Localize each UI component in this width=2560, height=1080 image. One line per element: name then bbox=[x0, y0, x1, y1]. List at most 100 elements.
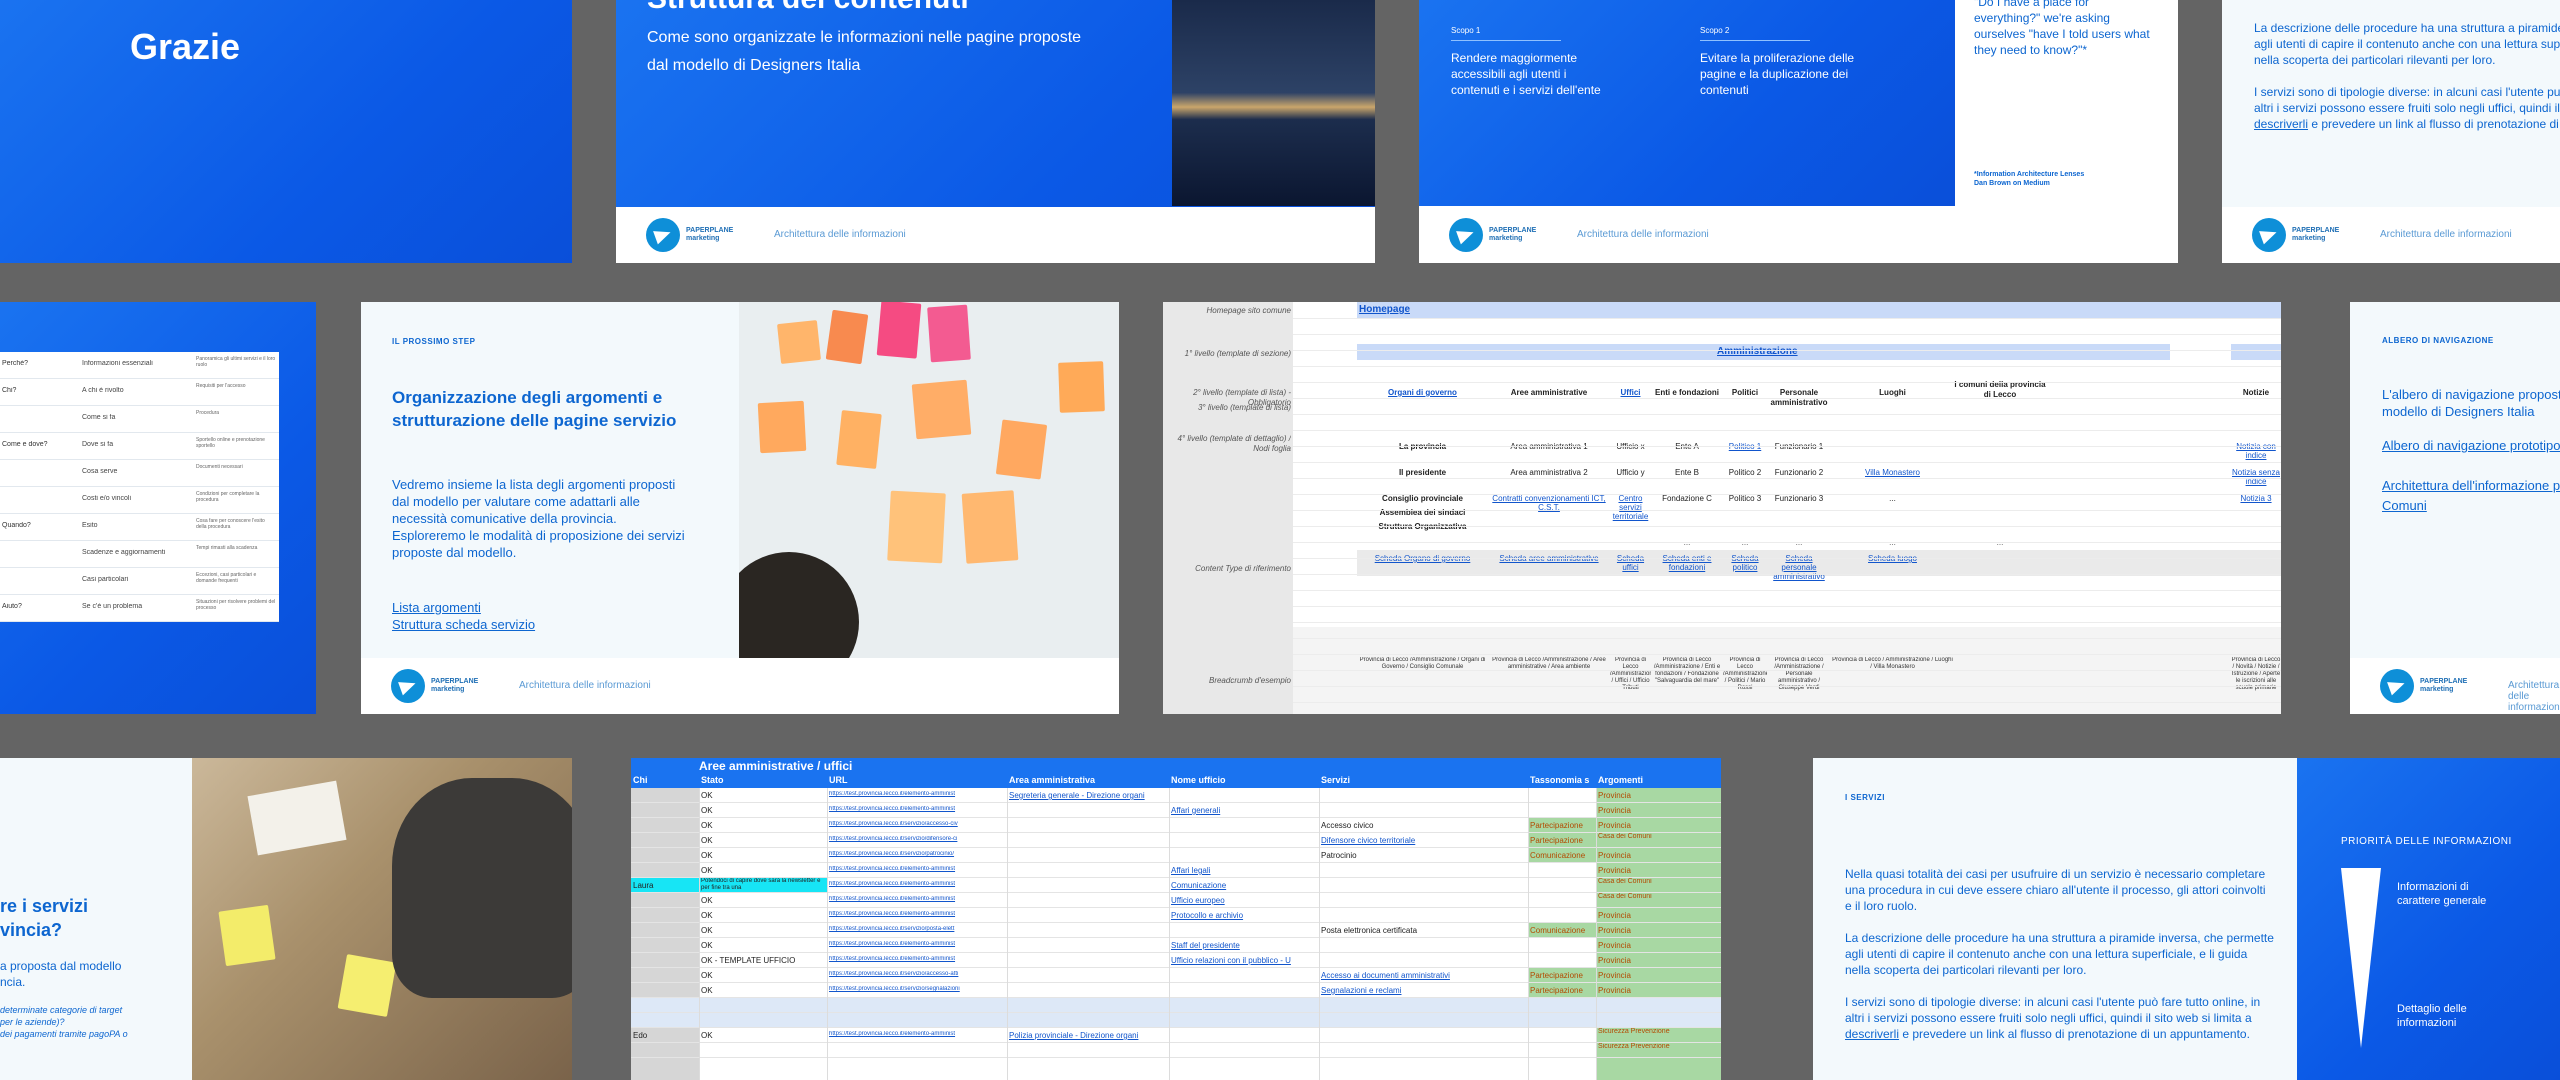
architettura-link[interactable]: Architettura dell'informazione prototipo… bbox=[2382, 476, 2560, 516]
sticky-note bbox=[218, 904, 276, 967]
column-divider bbox=[1596, 788, 1597, 1080]
footer-label: Architettura delle informazioni bbox=[774, 229, 906, 240]
slide-scopi[interactable]: Scopo 1 Rendere maggiormente accessibili… bbox=[1419, 0, 2178, 263]
person-silhouette bbox=[392, 778, 572, 998]
sheet-cell[interactable]: Protocollo e archivio bbox=[1171, 911, 1319, 920]
homepage-link[interactable]: Homepage bbox=[1359, 304, 1410, 315]
row-question: Chi? bbox=[2, 387, 17, 394]
table-row-divider bbox=[0, 540, 279, 541]
sheet-cell[interactable]: https://test.provincia.lecco.it/servizio… bbox=[829, 971, 1007, 977]
sheet-cell[interactable]: Polizia provinciale - Direzione organi bbox=[1009, 1031, 1169, 1040]
sheet-cell[interactable]: Comunicazione bbox=[1171, 881, 1319, 890]
sheet-cell[interactable]: Ufficio europeo bbox=[1171, 896, 1319, 905]
content-type-link[interactable]: Scheda politico bbox=[1723, 554, 1767, 572]
slide-albero-navigazione[interactable]: ALBERO DI NAVIGAZIONE L'albero di naviga… bbox=[2350, 302, 2560, 714]
grid-line bbox=[1293, 526, 2281, 527]
sitemap-cell: Area amministrativa 2 bbox=[1510, 468, 1588, 477]
slide-servizi-priorita[interactable]: I SERVIZI Nella quasi totalità dei casi … bbox=[1813, 758, 2560, 1080]
row-detail: Eccezioni, casi particolari e domande fr… bbox=[196, 572, 257, 584]
sheet-cell[interactable]: https://test.provincia.lecco.it/elemento… bbox=[829, 956, 1007, 962]
sheet-cell[interactable]: Accesso ai documenti amministrativi bbox=[1321, 971, 1528, 980]
slide-prossimo-step[interactable]: IL PROSSIMO STEP Organizzazione degli ar… bbox=[361, 302, 1119, 714]
slide-footer: PAPERPLANE marketing Architettura delle … bbox=[616, 207, 1375, 263]
sitemap-cell[interactable]: Notizia con indice bbox=[2231, 442, 2281, 460]
table-row-divider bbox=[0, 567, 279, 568]
slide-aree-spreadsheet[interactable]: Aree amministrative / uffici Chi Stato URL A… bbox=[631, 758, 1721, 1080]
sheet-cell[interactable]: Affari generali bbox=[1171, 806, 1319, 815]
logo-text: PAPERPLANE marketing bbox=[1489, 227, 1537, 242]
sheet-cell[interactable]: Segnalazioni e reclami bbox=[1321, 986, 1528, 995]
slide-italic: determinate categorie di target per le a… bbox=[0, 1005, 128, 1039]
bc-label: Breadcrumb d'esempio bbox=[1208, 676, 1291, 685]
sheet-cell[interactable]: Affari legali bbox=[1171, 866, 1319, 875]
slide-footer: PAPERPLANE marketing Architettura delle … bbox=[2222, 207, 2560, 263]
sitemap-cell[interactable]: Villa Monastero bbox=[1831, 468, 1954, 477]
grid-line bbox=[1293, 558, 2281, 559]
sheet-cell[interactable]: https://test.provincia.lecco.it/servizio… bbox=[829, 926, 1007, 932]
slide-struttura-contenuti[interactable]: Struttura dei contenuti Come sono organi… bbox=[616, 0, 1375, 263]
sheet-cell: Casa dei Comuni bbox=[1598, 878, 1652, 885]
sheet-cell[interactable]: https://test.provincia.lecco.it/elemento… bbox=[829, 881, 1007, 887]
sheet-cell[interactable]: https://test.provincia.lecco.it/servizio… bbox=[829, 986, 1007, 992]
sheet-cell: Provincia bbox=[1598, 971, 1631, 980]
struttura-scheda-link[interactable]: Struttura scheda servizio bbox=[392, 617, 535, 632]
notebook bbox=[247, 780, 347, 856]
slide-body: L'albero di navigazione proposto dal mod… bbox=[2382, 387, 2560, 419]
sheet-cell[interactable]: https://test.provincia.lecco.it/elemento… bbox=[829, 791, 1007, 797]
sheet-cell[interactable]: Segreteria generale - Direzione organi bbox=[1009, 791, 1169, 800]
content-type-link[interactable]: Scheda uffici bbox=[1610, 554, 1651, 572]
paperplane-logo: PAPERPLANE marketing bbox=[391, 669, 478, 703]
footer-label: Architettura delle informazioni bbox=[2508, 680, 2560, 713]
sheet-cell: Partecipazione bbox=[1530, 821, 1583, 830]
slide-tabella-servizio[interactable]: Perché? Informazioni essenziali Panoramica… bbox=[0, 302, 316, 714]
empty-row bbox=[631, 998, 1721, 1013]
content-type-link[interactable]: Scheda enti e fondazioni bbox=[1651, 554, 1723, 572]
sheet-cell[interactable]: https://test.provincia.lecco.it/servizio… bbox=[829, 851, 1007, 857]
sheet-cell[interactable]: https://test.provincia.lecco.it/elemento… bbox=[829, 866, 1007, 872]
footer-label: Architettura delle informazioni bbox=[1577, 229, 1709, 240]
workshop-photo bbox=[192, 758, 572, 1080]
paperplane-icon bbox=[2380, 669, 2414, 703]
grid-line bbox=[1293, 654, 2281, 655]
sheet-cell: Partecipazione bbox=[1530, 836, 1583, 845]
slide-subtitle: Come sono organizzate le informazioni ne… bbox=[647, 29, 1082, 74]
level4-label: 4° livello (template di dettaglio) / Nod… bbox=[1177, 434, 1291, 453]
row-detail: Sportello online e prenotazione sportell… bbox=[196, 437, 265, 449]
sheet-title: Aree amministrative / uffici bbox=[699, 759, 853, 773]
sheet-cell: Potendoci di capire dove sarà la newslet… bbox=[701, 878, 821, 891]
sheet-cell[interactable]: https://test.provincia.lecco.it/elemento… bbox=[829, 1031, 1007, 1037]
row-topic: Costi e/o vincoli bbox=[82, 495, 132, 502]
lista-argomenti-link[interactable]: Lista argomenti bbox=[392, 600, 481, 615]
sheet-cell[interactable]: https://test.provincia.lecco.it/elemento… bbox=[829, 911, 1007, 917]
descriverli-link[interactable]: descriverli bbox=[2254, 117, 2308, 131]
paperplane-icon bbox=[391, 669, 425, 703]
grid-line bbox=[1293, 606, 2281, 607]
sitemap-cell[interactable]: Centro servizi territoriale bbox=[1610, 494, 1651, 521]
descriverli-link[interactable]: descriverli bbox=[1845, 1027, 1899, 1041]
grid-line bbox=[1293, 510, 2281, 511]
slide-servizi-provincia[interactable]: re i servizi vincia? a proposta dal mode… bbox=[0, 758, 572, 1080]
sheet-cell[interactable]: https://test.provincia.lecco.it/elemento… bbox=[829, 941, 1007, 947]
city-photo bbox=[1172, 0, 1375, 206]
albero-link[interactable]: Albero di navigazione prototipo Comuni bbox=[2382, 436, 2560, 456]
sitemap-cell[interactable]: Notizia senza indice bbox=[2231, 468, 2281, 486]
sheet-cell: Casa dei Comuni bbox=[1598, 893, 1652, 900]
sheet-cell: Casa dei Comuni bbox=[1598, 833, 1652, 840]
sheet-cell[interactable]: https://test.provincia.lecco.it/servizio… bbox=[829, 821, 1007, 827]
sheet-cell[interactable]: https://test.provincia.lecco.it/elemento… bbox=[829, 806, 1007, 812]
row-detail: Condizioni per completare la procedura bbox=[196, 491, 260, 503]
grid-line bbox=[1293, 382, 2281, 383]
sheet-cell[interactable]: https://test.provincia.lecco.it/elemento… bbox=[829, 896, 1007, 902]
slide-grazie[interactable]: Grazie bbox=[0, 0, 572, 263]
sitemap-cell[interactable]: Notizia 3 bbox=[2231, 494, 2281, 503]
slide-servizi-partial[interactable]: La descrizione delle procedure ha una st… bbox=[2222, 0, 2560, 263]
slide-sitemap-spreadsheet[interactable]: Homepage sito comune Homepage 1° livello (… bbox=[1163, 302, 2281, 714]
table-row-divider bbox=[0, 594, 279, 595]
amministrazione-link[interactable]: Amministrazione bbox=[1717, 346, 1798, 357]
priority-panel: PRIORITÀ DELLE INFORMAZIONI Informazioni… bbox=[2297, 758, 2560, 1080]
sheet-cell[interactable]: Difensore civico territoriale bbox=[1321, 836, 1528, 845]
grid-line bbox=[1293, 446, 2281, 447]
sheet-cell[interactable]: Ufficio relazioni con il pubblico - U bbox=[1171, 956, 1319, 965]
sheet-cell[interactable]: https://test.provincia.lecco.it/servizio… bbox=[829, 836, 1007, 842]
sheet-cell[interactable]: Staff del presidente bbox=[1171, 941, 1319, 950]
